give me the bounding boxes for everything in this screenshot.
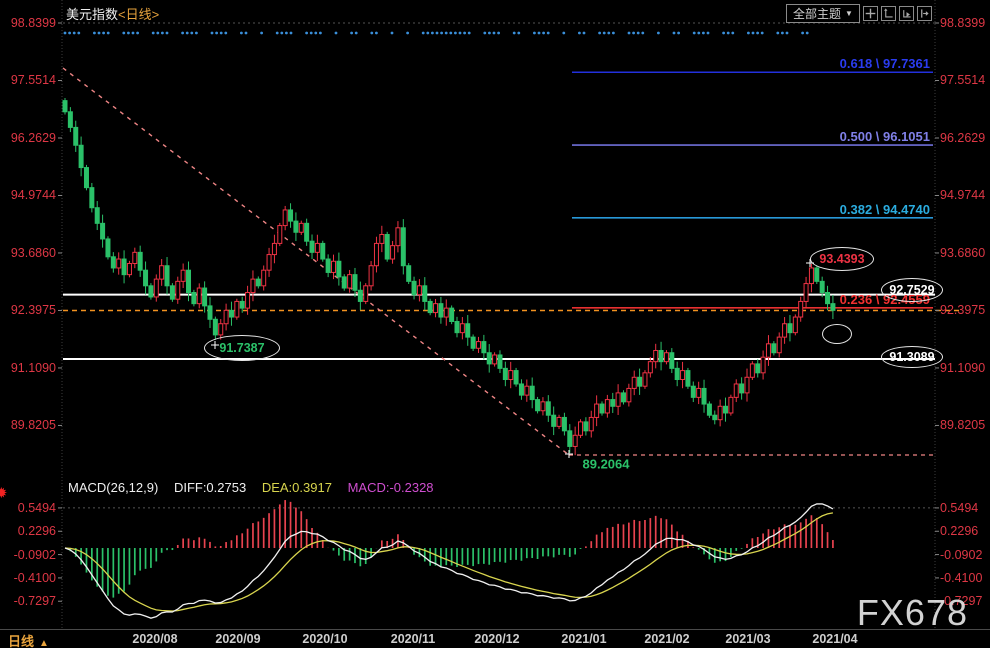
- macd-axis-label-right: -0.4100: [940, 571, 982, 585]
- macd-axis-label-left: -0.0902: [0, 548, 56, 562]
- macd-axis-label-left: -0.7297: [0, 594, 56, 608]
- fib-level-label: 0.382 \ 94.4740: [840, 202, 930, 217]
- toolbar: 全部主题 ▼: [786, 4, 932, 23]
- macd-hist-value: MACD:-0.2328: [348, 480, 434, 495]
- month-label: 2020/10: [302, 632, 347, 646]
- price-annotation: 91.3089: [881, 346, 943, 368]
- price-axis-label-right: 89.8205: [940, 418, 985, 432]
- month-label: 2021/03: [725, 632, 770, 646]
- y-axis-scale-button[interactable]: [881, 6, 896, 21]
- x-axis-scale-icon: [901, 8, 912, 19]
- price-axis-label-right: 91.1090: [940, 361, 985, 375]
- month-label: 2020/09: [215, 632, 260, 646]
- x-axis-divider: [0, 629, 990, 630]
- pan-right-icon: [919, 8, 930, 19]
- price-axis-label-left: 91.1090: [0, 361, 56, 375]
- price-axis-label-right: 92.3975: [940, 303, 985, 317]
- price-axis-label-left: 92.3975: [0, 303, 56, 317]
- instrument-name: 美元指数: [66, 7, 118, 22]
- period-label: 日线: [8, 634, 34, 648]
- price-annotation: 93.4393: [810, 247, 874, 271]
- theme-dropdown[interactable]: 全部主题 ▼: [786, 4, 860, 23]
- macd-diff-value: DIFF:0.2753: [174, 480, 246, 495]
- price-axis-label-left: 89.8205: [0, 418, 56, 432]
- month-label: 2020/11: [391, 632, 436, 646]
- macd-header: MACD(26,12,9) DIFF:0.2753 DEA:0.3917 MAC…: [68, 480, 446, 495]
- chevron-down-icon: ▼: [845, 9, 853, 18]
- period-tag: <日线>: [118, 7, 159, 22]
- theme-dropdown-label: 全部主题: [793, 5, 841, 22]
- macd-axis-label-left: 0.5494: [0, 501, 56, 515]
- macd-indicator-label: MACD(26,12,9): [68, 480, 158, 495]
- price-axis-label-left: 96.2629: [0, 131, 56, 145]
- price-axis-label-right: 94.9744: [940, 188, 985, 202]
- price-axis-label-left: 97.5514: [0, 73, 56, 87]
- macd-dea-value: DEA:0.3917: [262, 480, 332, 495]
- period-selector[interactable]: 日线 ▲: [8, 631, 49, 648]
- macd-axis-label-left: 0.2296: [0, 524, 56, 538]
- move-icon: [865, 8, 876, 19]
- pan-right-button[interactable]: [917, 6, 932, 21]
- fib-level-label: 0.500 \ 96.1051: [840, 129, 930, 144]
- pan-move-button[interactable]: [863, 6, 878, 21]
- price-axis-label-left: 93.6860: [0, 246, 56, 260]
- month-label: 2020/12: [474, 632, 519, 646]
- price-annotation: 92.7529: [881, 278, 943, 302]
- price-axis-label-right: 98.8399: [940, 16, 985, 30]
- price-annotation: 91.7387: [204, 335, 280, 361]
- macd-axis-label-right: 0.5494: [940, 501, 978, 515]
- price-axis-label-right: 96.2629: [940, 131, 985, 145]
- month-label: 2021/01: [561, 632, 606, 646]
- fib-level-label: 0.618 \ 97.7361: [840, 56, 930, 71]
- month-label: 2020/08: [132, 632, 177, 646]
- price-axis-label-right: 93.6860: [940, 246, 985, 260]
- price-axis-label-left: 94.9744: [0, 188, 56, 202]
- chart-window: 美元指数<日线> 全部主题 ▼: [0, 0, 990, 648]
- macd-axis-label-left: -0.4100: [0, 571, 56, 585]
- instrument-title: 美元指数<日线>: [66, 4, 159, 23]
- macd-axis-label-right: 0.2296: [940, 524, 978, 538]
- month-label: 2021/04: [812, 632, 857, 646]
- watermark: FX678: [857, 592, 968, 634]
- price-annotation: [822, 324, 852, 344]
- price-axis-label-left: 98.8399: [0, 16, 56, 30]
- macd-axis-label-right: -0.0902: [940, 548, 982, 562]
- y-axis-scale-icon: [883, 8, 894, 19]
- month-label: 2021/02: [644, 632, 689, 646]
- marker-burst-icon: ✹: [0, 484, 8, 502]
- triangle-up-icon: ▲: [39, 638, 49, 648]
- price-annotation: 89.2064: [583, 457, 630, 472]
- x-axis-scale-button[interactable]: [899, 6, 914, 21]
- price-axis-label-right: 97.5514: [940, 73, 985, 87]
